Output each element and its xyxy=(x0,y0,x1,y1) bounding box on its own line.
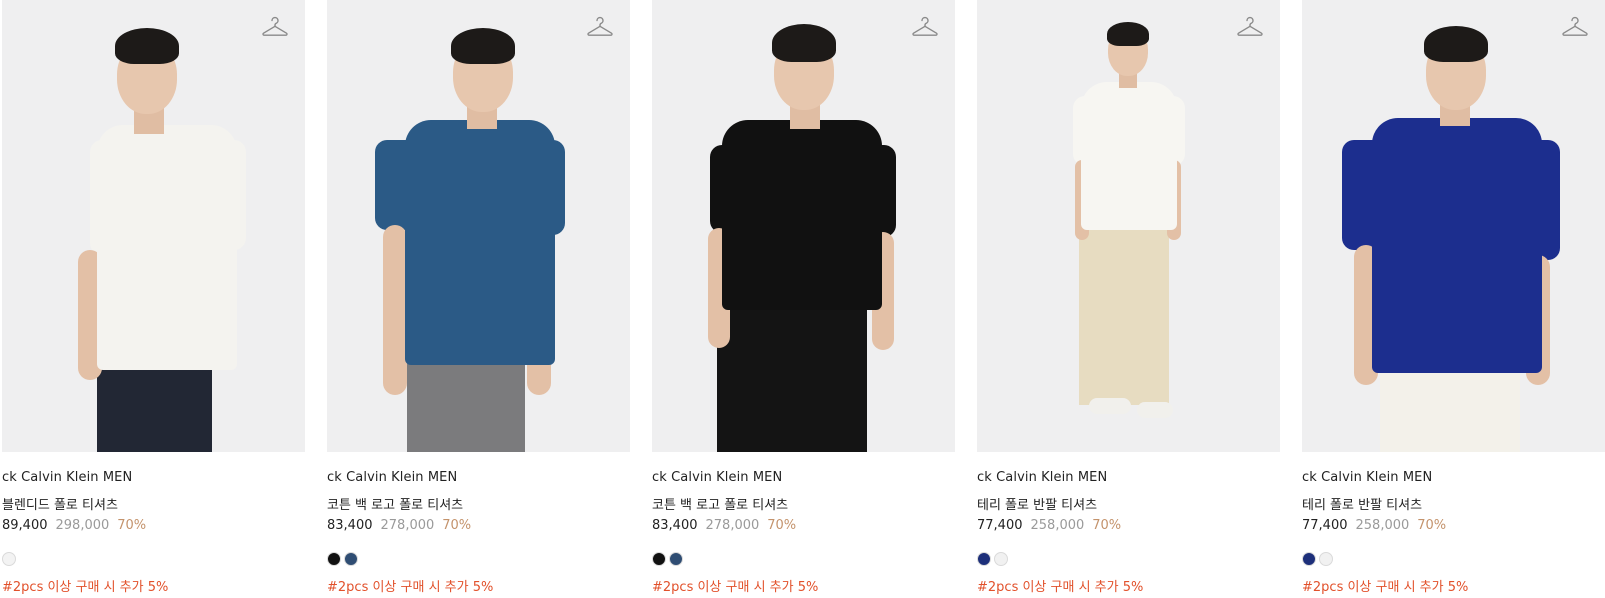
product-image[interactable] xyxy=(977,0,1280,452)
shirt xyxy=(1372,118,1542,373)
sale-price: 83,400 xyxy=(327,518,373,533)
discount-rate: 70% xyxy=(442,518,472,533)
product-prices: 89,400 298,000 70% xyxy=(2,518,146,533)
hanger-icon[interactable] xyxy=(1236,14,1264,38)
original-price: 278,000 xyxy=(380,518,435,533)
product-prices: 77,400 258,000 70% xyxy=(977,518,1121,533)
shoe-left xyxy=(1089,398,1131,414)
color-swatch[interactable] xyxy=(344,552,358,566)
hair xyxy=(115,28,179,64)
hanger-icon[interactable] xyxy=(261,14,289,38)
product-image[interactable] xyxy=(1302,0,1605,452)
hair xyxy=(1424,26,1488,62)
color-swatches xyxy=(327,552,358,566)
product-name[interactable]: 코튼 백 로고 폴로 티셔츠 xyxy=(652,494,788,513)
color-swatch[interactable] xyxy=(994,552,1008,566)
product-card[interactable]: ck Calvin Klein MEN 테리 폴로 반팔 티셔츠 77,400 2… xyxy=(977,0,1280,598)
product-brand[interactable]: ck Calvin Klein MEN xyxy=(1302,470,1432,485)
hair xyxy=(772,24,836,62)
original-price: 278,000 xyxy=(705,518,760,533)
model-figure xyxy=(977,0,1280,452)
shirt xyxy=(1081,82,1177,230)
pants xyxy=(717,305,867,452)
product-grid: ck Calvin Klein MEN 블렌디드 폴로 티셔츠 89,400 29… xyxy=(0,0,1605,598)
color-swatch[interactable] xyxy=(1319,552,1333,566)
color-swatches xyxy=(2,552,16,566)
product-image[interactable] xyxy=(652,0,955,452)
product-brand[interactable]: ck Calvin Klein MEN xyxy=(327,470,457,485)
color-swatch[interactable] xyxy=(2,552,16,566)
product-prices: 83,400 278,000 70% xyxy=(652,518,796,533)
product-image[interactable] xyxy=(327,0,630,452)
pants xyxy=(1079,220,1169,405)
model-figure xyxy=(2,0,305,452)
color-swatches xyxy=(977,552,1008,566)
color-swatch[interactable] xyxy=(1302,552,1316,566)
discount-rate: 70% xyxy=(1417,518,1447,533)
product-name[interactable]: 테리 폴로 반팔 티셔츠 xyxy=(977,494,1097,513)
product-name[interactable]: 블렌디드 폴로 티셔츠 xyxy=(2,494,118,513)
shirt xyxy=(97,125,237,370)
color-swatch[interactable] xyxy=(652,552,666,566)
hanger-icon[interactable] xyxy=(911,14,939,38)
color-swatch[interactable] xyxy=(327,552,341,566)
promo-text: #2pcs 이상 구매 시 추가 5% xyxy=(1302,580,1469,595)
product-brand[interactable]: ck Calvin Klein MEN xyxy=(2,470,132,485)
model-figure xyxy=(327,0,630,452)
sale-price: 77,400 xyxy=(977,518,1023,533)
product-prices: 77,400 258,000 70% xyxy=(1302,518,1446,533)
promo-text: #2pcs 이상 구매 시 추가 5% xyxy=(327,580,494,595)
product-image[interactable] xyxy=(2,0,305,452)
shoe-right xyxy=(1137,402,1173,418)
sale-price: 77,400 xyxy=(1302,518,1348,533)
original-price: 258,000 xyxy=(1355,518,1410,533)
discount-rate: 70% xyxy=(1092,518,1122,533)
product-name[interactable]: 테리 폴로 반팔 티셔츠 xyxy=(1302,494,1422,513)
shirt xyxy=(405,120,555,365)
model-figure xyxy=(1302,0,1605,452)
product-card[interactable]: ck Calvin Klein MEN 코튼 백 로고 폴로 티셔츠 83,40… xyxy=(327,0,630,598)
promo-text: #2pcs 이상 구매 시 추가 5% xyxy=(977,580,1144,595)
original-price: 258,000 xyxy=(1030,518,1085,533)
color-swatches xyxy=(652,552,683,566)
model-figure xyxy=(652,0,955,452)
product-name[interactable]: 코튼 백 로고 폴로 티셔츠 xyxy=(327,494,463,513)
hanger-icon[interactable] xyxy=(1561,14,1589,38)
sale-price: 89,400 xyxy=(2,518,48,533)
product-prices: 83,400 278,000 70% xyxy=(327,518,471,533)
original-price: 298,000 xyxy=(55,518,110,533)
hair xyxy=(1107,22,1149,46)
promo-text: #2pcs 이상 구매 시 추가 5% xyxy=(2,580,169,595)
discount-rate: 70% xyxy=(767,518,797,533)
promo-text: #2pcs 이상 구매 시 추가 5% xyxy=(652,580,819,595)
color-swatch[interactable] xyxy=(977,552,991,566)
sale-price: 83,400 xyxy=(652,518,698,533)
arm-left xyxy=(383,225,407,395)
discount-rate: 70% xyxy=(117,518,147,533)
hair xyxy=(451,28,515,64)
hanger-icon[interactable] xyxy=(586,14,614,38)
pants xyxy=(407,360,525,452)
product-brand[interactable]: ck Calvin Klein MEN xyxy=(652,470,782,485)
product-card[interactable]: ck Calvin Klein MEN 테리 폴로 반팔 티셔츠 77,400 2… xyxy=(1302,0,1605,598)
product-card[interactable]: ck Calvin Klein MEN 코튼 백 로고 폴로 티셔츠 83,40… xyxy=(652,0,955,598)
product-card[interactable]: ck Calvin Klein MEN 블렌디드 폴로 티셔츠 89,400 29… xyxy=(2,0,305,598)
color-swatch[interactable] xyxy=(669,552,683,566)
color-swatches xyxy=(1302,552,1333,566)
shirt xyxy=(722,120,882,310)
product-brand[interactable]: ck Calvin Klein MEN xyxy=(977,470,1107,485)
